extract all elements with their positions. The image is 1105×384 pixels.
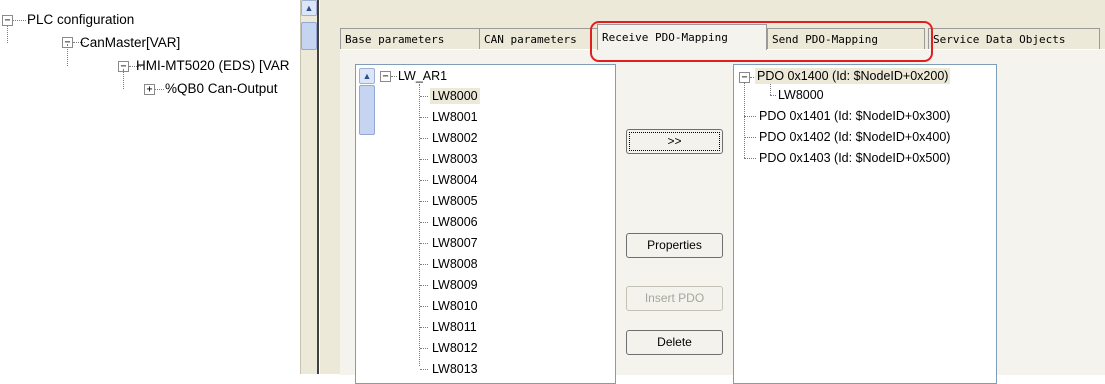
pdo-mapping-list[interactable]: − PDO 0x1400 (Id: $NodeID+0x200) LW8000 … [733,64,997,384]
list-item[interactable]: LW8006 [432,214,478,230]
collapse-icon[interactable]: − [380,71,391,82]
pdo-item[interactable]: PDO 0x1401 (Id: $NodeID+0x300) [759,108,950,124]
pane-divider[interactable] [317,0,319,374]
tab-base-parameters[interactable]: Base parameters [340,28,480,49]
list-item[interactable]: LW8004 [432,172,478,188]
source-variable-list[interactable]: ▲ − LW_AR1 LW8000 LW8001 LW8002 LW8003 L… [355,64,616,384]
list-item[interactable]: LW8007 [432,235,478,251]
tree-node-hmi-mt5020[interactable]: HMI-MT5020 (EDS) [VAR [136,58,290,74]
list-item[interactable]: LW8000 [430,88,480,104]
pdo-child-item[interactable]: LW8000 [778,87,824,103]
highlight-annotation [590,21,933,62]
pdo-item[interactable]: PDO 0x1403 (Id: $NodeID+0x500) [759,150,950,166]
delete-button[interactable]: Delete [626,330,723,355]
pdo-item[interactable]: PDO 0x1400 (Id: $NodeID+0x200) [755,68,951,84]
list-item[interactable]: LW8002 [432,130,478,146]
tree-scrollbar[interactable]: ▲ [300,0,317,374]
list-item[interactable]: LW8001 [432,109,478,125]
list-item[interactable]: LW8009 [432,277,478,293]
scroll-up-icon[interactable]: ▲ [359,68,375,84]
list-item[interactable]: LW8013 [432,361,478,377]
list-item[interactable]: LW8012 [432,340,478,356]
scroll-thumb[interactable] [359,85,375,135]
list-item[interactable]: LW8003 [432,151,478,167]
tab-can-parameters[interactable]: CAN parameters [479,28,598,49]
tree-node-plc-configuration[interactable]: PLC configuration [27,12,134,28]
tree-node-qb0-can-output[interactable]: %QB0 Can-Output [165,81,278,97]
list-root-lw-ar1[interactable]: LW_AR1 [398,68,447,84]
add-mapping-button[interactable]: >> [626,129,723,154]
tab-service-data-objects[interactable]: Service Data Objects [928,28,1100,49]
scroll-up-icon[interactable]: ▲ [301,0,317,16]
properties-button[interactable]: Properties [626,233,723,258]
list-item[interactable]: LW8005 [432,193,478,209]
scroll-thumb[interactable] [301,22,317,50]
pdo-item[interactable]: PDO 0x1402 (Id: $NodeID+0x400) [759,129,950,145]
tree-node-canmaster[interactable]: CanMaster[VAR] [80,35,180,51]
list-item[interactable]: LW8011 [432,319,477,335]
list-item[interactable]: LW8008 [432,256,478,272]
collapse-icon[interactable]: − [2,15,13,26]
insert-pdo-button[interactable]: Insert PDO [626,286,723,311]
expand-icon[interactable]: + [144,84,155,95]
list-item[interactable]: LW8010 [432,298,478,314]
configuration-tree[interactable]: − PLC configuration − CanMaster[VAR] − H… [0,0,300,374]
